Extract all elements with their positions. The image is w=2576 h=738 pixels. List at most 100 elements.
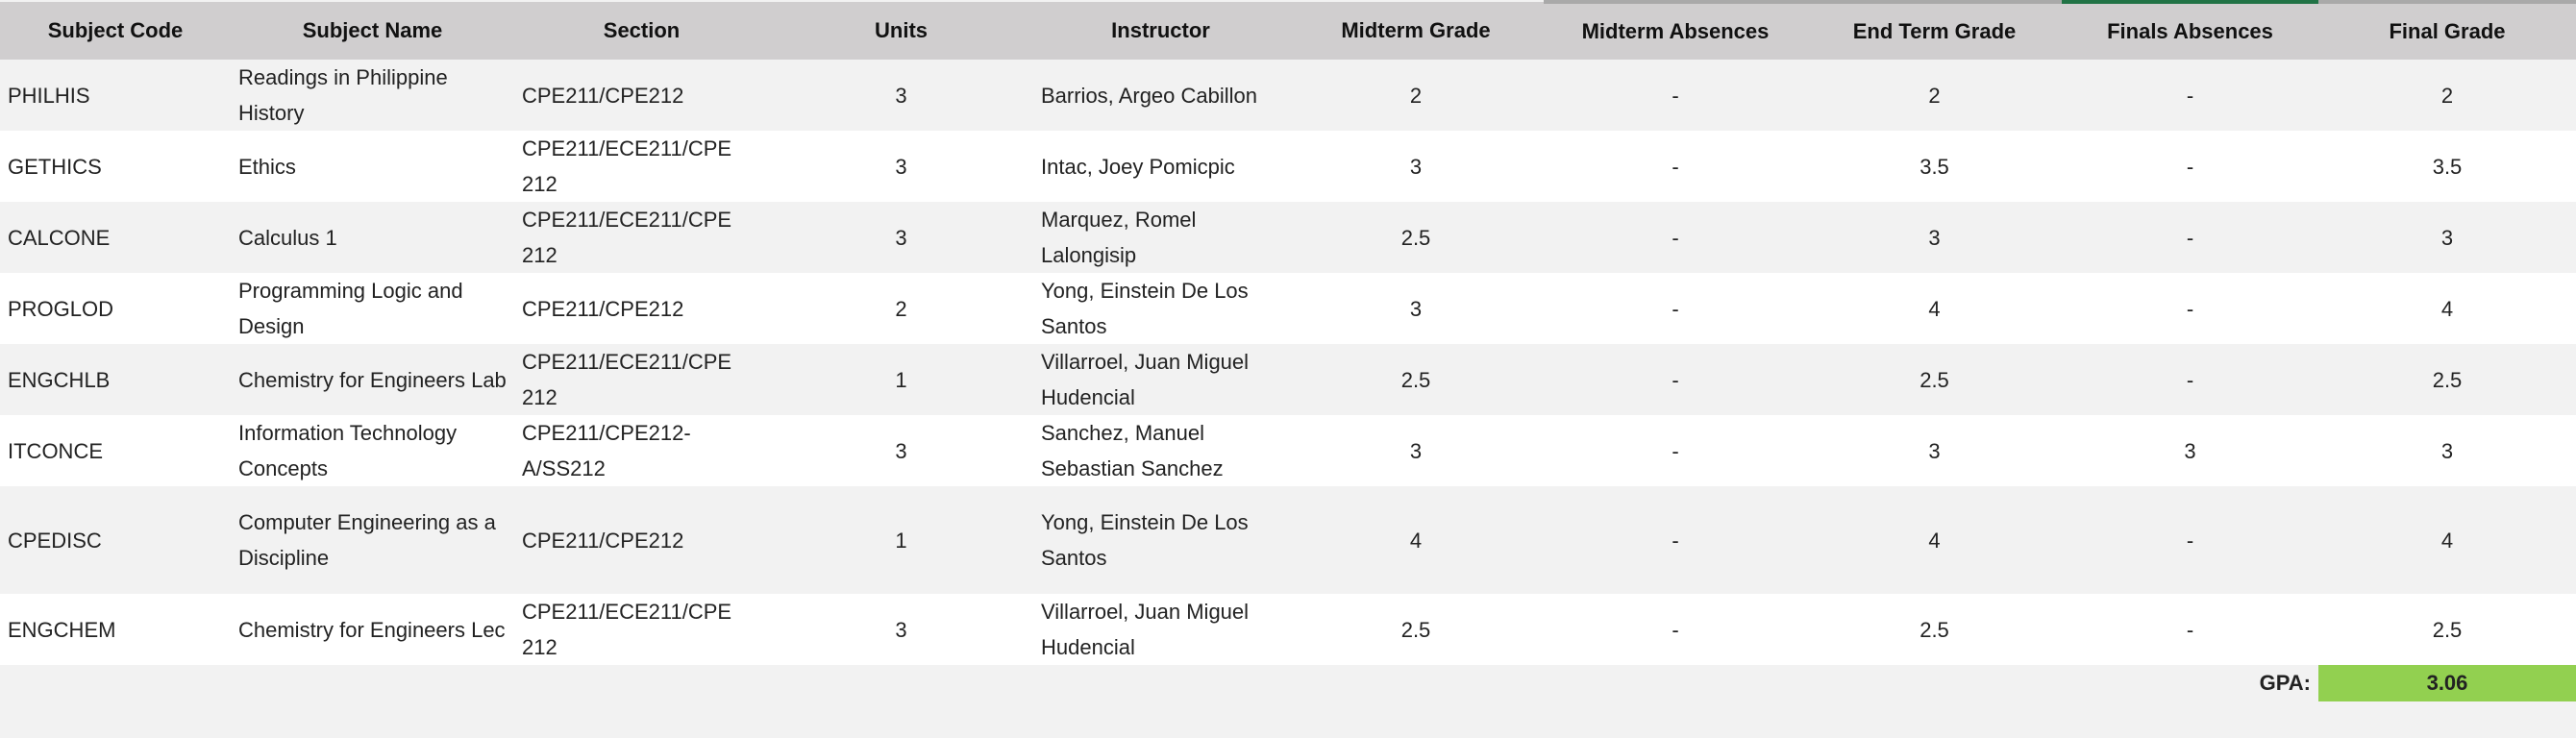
cell-midterm-absences: -	[1544, 273, 1807, 344]
header-units[interactable]: Units	[769, 2, 1033, 60]
cell-finals-absences: 3	[2062, 415, 2318, 486]
cell-units: 3	[769, 594, 1033, 665]
cell-finals-absences: -	[2062, 60, 2318, 131]
cell-final-grade: 2.5	[2318, 594, 2576, 665]
cell-section: CPE211/CPE212	[514, 273, 769, 344]
cell-subject-name: Information Technology Concepts	[231, 415, 514, 486]
table-row[interactable]: ENGCHEM Chemistry for Engineers Lec CPE211…	[0, 594, 2576, 665]
cell-midterm-grade: 2	[1288, 60, 1544, 131]
cell-midterm-absences: -	[1544, 594, 1807, 665]
cell-finals-absences: -	[2062, 202, 2318, 273]
cell-midterm-grade: 3	[1288, 273, 1544, 344]
cell-units: 1	[769, 344, 1033, 415]
cell-subject-code: CPEDISC	[0, 486, 231, 594]
header-section[interactable]: Section	[514, 2, 769, 60]
cell-instructor: Marquez, Romel Lalongisip	[1033, 202, 1288, 273]
cell-units: 3	[769, 415, 1033, 486]
cell-instructor: Villarroel, Juan Miguel Hudencial	[1033, 344, 1288, 415]
cell-finals-absences: -	[2062, 273, 2318, 344]
cell-instructor: Villarroel, Juan Miguel Hudencial	[1033, 594, 1288, 665]
cell-section: CPE211/ECE211/CPE 212	[514, 131, 769, 202]
cell-section: CPE211/CPE212	[514, 486, 769, 594]
cell-subject-name: Chemistry for Engineers Lec	[231, 594, 514, 665]
cell-section: CPE211/ECE211/CPE 212	[514, 594, 769, 665]
cell-finals-absences: -	[2062, 131, 2318, 202]
cell-subject-name: Ethics	[231, 131, 514, 202]
cell-subject-code: GETHICS	[0, 131, 231, 202]
cell-final-grade: 3	[2318, 415, 2576, 486]
header-midterm-absences[interactable]: Midterm Absences	[1544, 0, 1807, 60]
cell-section: CPE211/CPE212-A/SS212	[514, 415, 769, 486]
table-row[interactable]: CPEDISC Computer Engineering as a Discipl…	[0, 486, 2576, 594]
cell-final-grade: 4	[2318, 273, 2576, 344]
table-row[interactable]: GETHICS Ethics CPE211/ECE211/CPE 212 3 Intac…	[0, 131, 2576, 202]
cell-instructor: Yong, Einstein De Los Santos	[1033, 273, 1288, 344]
header-finals-absences[interactable]: Finals Absences	[2062, 0, 2318, 60]
cell-midterm-absences: -	[1544, 202, 1807, 273]
cell-midterm-grade: 2.5	[1288, 594, 1544, 665]
cell-final-grade: 4	[2318, 486, 2576, 594]
cell-subject-code: ENGCHLB	[0, 344, 231, 415]
cell-end-term-grade: 3	[1807, 415, 2062, 486]
cell-end-term-grade: 2.5	[1807, 594, 2062, 665]
cell-section: CPE211/ECE211/CPE 212	[514, 202, 769, 273]
cell-section: CPE211/ECE211/CPE 212	[514, 344, 769, 415]
grades-table: Subject Code Subject Name Section Units Inst…	[0, 0, 2576, 665]
cell-end-term-grade: 2.5	[1807, 344, 2062, 415]
cell-subject-name: Calculus 1	[231, 202, 514, 273]
cell-units: 2	[769, 273, 1033, 344]
cell-subject-name: Programming Logic and Design	[231, 273, 514, 344]
table-row[interactable]: PROGLOD Programming Logic and Design CPE21…	[0, 273, 2576, 344]
cell-finals-absences: -	[2062, 594, 2318, 665]
header-subject-name[interactable]: Subject Name	[231, 2, 514, 60]
cell-end-term-grade: 4	[1807, 273, 2062, 344]
cell-finals-absences: -	[2062, 486, 2318, 594]
gpa-value: 3.06	[2318, 665, 2576, 701]
table-row[interactable]: PHILHIS Readings in Philippine History CPE…	[0, 60, 2576, 131]
cell-units: 1	[769, 486, 1033, 594]
header-row: Subject Code Subject Name Section Units Inst…	[0, 0, 2576, 60]
table-row[interactable]: CALCONE Calculus 1 CPE211/ECE211/CPE 212 3 M…	[0, 202, 2576, 273]
cell-instructor: Yong, Einstein De Los Santos	[1033, 486, 1288, 594]
cell-midterm-absences: -	[1544, 344, 1807, 415]
cell-instructor: Barrios, Argeo Cabillon	[1033, 60, 1288, 131]
header-instructor[interactable]: Instructor	[1033, 2, 1288, 60]
cell-midterm-absences: -	[1544, 486, 1807, 594]
cell-units: 3	[769, 131, 1033, 202]
cell-end-term-grade: 2	[1807, 60, 2062, 131]
cell-midterm-absences: -	[1544, 60, 1807, 131]
cell-midterm-grade: 3	[1288, 415, 1544, 486]
cell-section: CPE211/CPE212	[514, 60, 769, 131]
cell-instructor: Intac, Joey Pomicpic	[1033, 131, 1288, 202]
cell-midterm-absences: -	[1544, 131, 1807, 202]
cell-instructor: Sanchez, Manuel Sebastian Sanchez	[1033, 415, 1288, 486]
cell-final-grade: 3.5	[2318, 131, 2576, 202]
gpa-label: GPA:	[2259, 671, 2311, 695]
cell-subject-code: PHILHIS	[0, 60, 231, 131]
table-row[interactable]: ENGCHLB Chemistry for Engineers Lab CPE211…	[0, 344, 2576, 415]
cell-subject-name: Computer Engineering as a Discipline	[231, 486, 514, 594]
cell-end-term-grade: 3	[1807, 202, 2062, 273]
cell-subject-code: ITCONCE	[0, 415, 231, 486]
cell-final-grade: 2	[2318, 60, 2576, 131]
cell-finals-absences: -	[2062, 344, 2318, 415]
cell-midterm-grade: 4	[1288, 486, 1544, 594]
cell-midterm-grade: 3	[1288, 131, 1544, 202]
cell-subject-code: ENGCHEM	[0, 594, 231, 665]
cell-final-grade: 2.5	[2318, 344, 2576, 415]
gpa-row: GPA: 3.06	[0, 665, 2576, 701]
header-midterm-grade[interactable]: Midterm Grade	[1288, 2, 1544, 60]
table-row[interactable]: ITCONCE Information Technology Concepts CP…	[0, 415, 2576, 486]
header-subject-code[interactable]: Subject Code	[0, 2, 231, 60]
cell-end-term-grade: 3.5	[1807, 131, 2062, 202]
cell-midterm-grade: 2.5	[1288, 202, 1544, 273]
cell-subject-code: PROGLOD	[0, 273, 231, 344]
cell-units: 3	[769, 60, 1033, 131]
cell-midterm-absences: -	[1544, 415, 1807, 486]
cell-subject-name: Chemistry for Engineers Lab	[231, 344, 514, 415]
cell-subject-name: Readings in Philippine History	[231, 60, 514, 131]
cell-final-grade: 3	[2318, 202, 2576, 273]
cell-subject-code: CALCONE	[0, 202, 231, 273]
header-final-grade[interactable]: Final Grade	[2318, 0, 2576, 60]
header-end-term-grade[interactable]: End Term Grade	[1807, 0, 2062, 60]
